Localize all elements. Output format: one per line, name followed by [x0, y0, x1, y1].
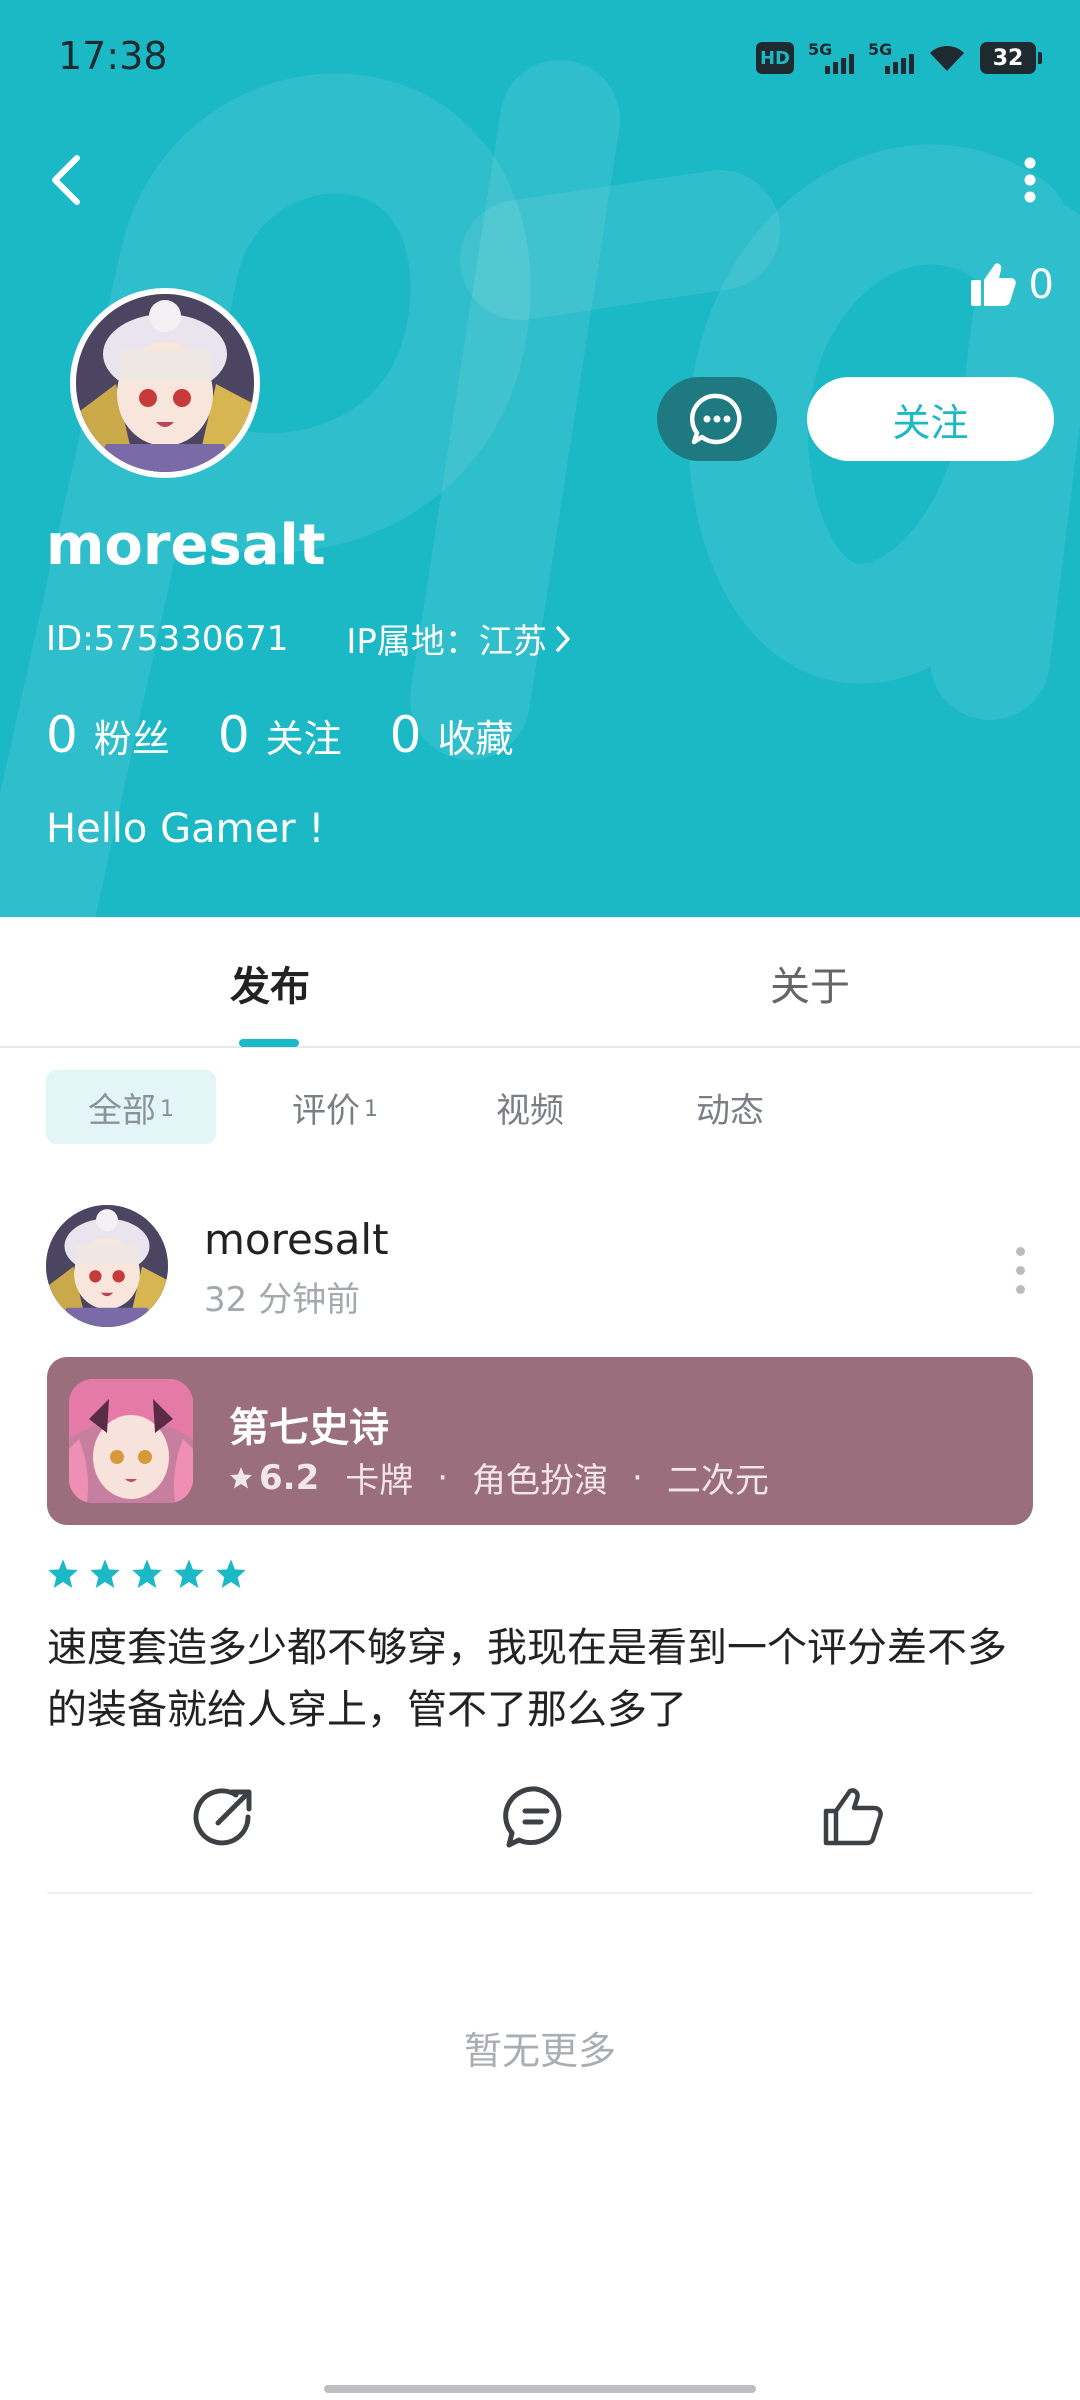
post-text: 速度套造多少都不够穿，我现在是看到一个评分差不多的装备就给人穿上，管不了那么多了: [47, 1625, 1007, 1733]
profile-username: moresalt: [46, 513, 326, 578]
more-vertical-icon: [1015, 1246, 1025, 1256]
star-icon: [174, 1559, 204, 1588]
home-indicator[interactable]: [324, 2385, 756, 2393]
like-count-value: 0: [1028, 262, 1054, 308]
filter-review[interactable]: 评价 1: [260, 1070, 410, 1144]
game-tag: 二次元: [666, 1461, 769, 1501]
post-timestamp: 32 分钟前: [204, 1280, 361, 1320]
no-more-label: 暂无更多: [463, 2029, 616, 2073]
comment-button[interactable]: [496, 1777, 576, 1857]
tab-publish[interactable]: 发布: [0, 917, 540, 1048]
filter-all-label: 全部: [88, 1090, 156, 1131]
game-cover-image: [69, 1379, 193, 1503]
thumbs-up-icon: [970, 263, 1016, 306]
follow-button[interactable]: 关注: [807, 377, 1054, 461]
share-button[interactable]: [184, 1777, 264, 1857]
star-icon: [90, 1559, 120, 1588]
stat-fans-count: 0: [46, 706, 78, 764]
more-vertical-icon: [1024, 157, 1036, 203]
tag-separator: ·: [632, 1457, 643, 1498]
back-button[interactable]: [36, 140, 96, 220]
ip-location-label: IP属地：江苏: [346, 622, 547, 662]
game-card[interactable]: 第七史诗 6.2 卡牌 · 角色扮演 · 二次元: [47, 1357, 1033, 1525]
profile-avatar[interactable]: [70, 288, 260, 478]
share-icon: [193, 1788, 252, 1846]
stat-favorites-count: 0: [389, 706, 422, 764]
tab-about[interactable]: 关于: [540, 917, 1080, 1048]
game-tag: 角色扮演: [472, 1461, 609, 1501]
filter-review-label: 评价: [292, 1090, 360, 1131]
profile-like-count[interactable]: 0: [969, 262, 1054, 308]
filter-review-count: 1: [364, 1096, 378, 1122]
rating-stars: [47, 1558, 247, 1590]
filter-dynamic-label: 动态: [696, 1090, 764, 1131]
like-icon: [823, 1788, 883, 1846]
status-icons: HD 5G 5G 32: [756, 38, 1042, 78]
ip-location-link[interactable]: IP属地：江苏: [346, 614, 571, 663]
like-button[interactable]: [813, 1777, 893, 1857]
stat-following-count: 0: [217, 706, 250, 764]
chevron-right-icon: [556, 625, 570, 652]
game-score: 6.2: [259, 1457, 320, 1498]
post-more-button[interactable]: [1000, 1230, 1040, 1310]
user-id: ID:575330671: [46, 618, 289, 659]
profile-meta: ID:575330671 IP属地：江苏: [46, 614, 571, 663]
stat-fans[interactable]: 0 粉丝: [46, 706, 170, 764]
star-icon: [230, 1466, 252, 1488]
star-icon: [132, 1559, 162, 1588]
more-options-button[interactable]: [1000, 140, 1060, 220]
wifi-icon: [930, 45, 964, 71]
status-bar: 17:38 HD 5G 5G 32: [0, 0, 1080, 120]
avatar-image: [46, 1205, 168, 1327]
post-author-avatar[interactable]: [46, 1205, 168, 1327]
active-tab-indicator: [239, 1039, 299, 1047]
game-icon: [69, 1379, 193, 1503]
message-icon: [690, 393, 742, 445]
message-button[interactable]: [657, 377, 777, 461]
post-actions: [0, 1777, 1080, 1857]
filter-all-count: 1: [160, 1096, 174, 1122]
profile-bio: Hello Gamer !: [46, 806, 325, 852]
avatar-image: [76, 294, 254, 472]
stat-following[interactable]: 0 关注: [218, 706, 342, 764]
stat-favorites-label: 收藏: [437, 717, 514, 761]
signal-icon: 5G: [808, 40, 854, 76]
content-tabs: 发布 关于: [0, 917, 1080, 1048]
stat-favorites[interactable]: 0 收藏: [390, 706, 514, 764]
filter-video[interactable]: 视频: [470, 1070, 590, 1144]
filter-chips: 全部 1 评价 1 视频 动态: [0, 1070, 1080, 1144]
post-author-name[interactable]: moresalt: [204, 1215, 389, 1264]
filter-all[interactable]: 全部 1: [46, 1070, 216, 1144]
signal-icon-2: 5G: [868, 40, 914, 76]
star-icon: [48, 1559, 78, 1588]
battery-icon: 32: [980, 42, 1042, 74]
hd-badge: HD: [756, 42, 794, 74]
back-arrow-icon: [52, 155, 80, 205]
game-meta: 6.2 卡牌 · 角色扮演 · 二次元: [229, 1453, 769, 1502]
filter-dynamic[interactable]: 动态: [670, 1070, 790, 1144]
tag-separator: ·: [437, 1457, 449, 1498]
comment-icon: [503, 1786, 562, 1848]
stat-following-label: 关注: [265, 717, 342, 761]
profile-stats: 0 粉丝 0 关注 0 收藏: [46, 706, 561, 764]
stat-fans-label: 粉丝: [93, 717, 170, 761]
post-divider: [47, 1892, 1033, 1894]
status-time: 17:38: [58, 34, 168, 78]
star-icon: [216, 1559, 246, 1588]
profile-header: 17:38 HD 5G 5G 32 0 关注 moresalt ID:57533…: [0, 0, 1080, 917]
game-tag: 卡牌: [345, 1461, 414, 1501]
filter-video-label: 视频: [496, 1090, 564, 1131]
game-title: 第七史诗: [229, 1405, 389, 1451]
